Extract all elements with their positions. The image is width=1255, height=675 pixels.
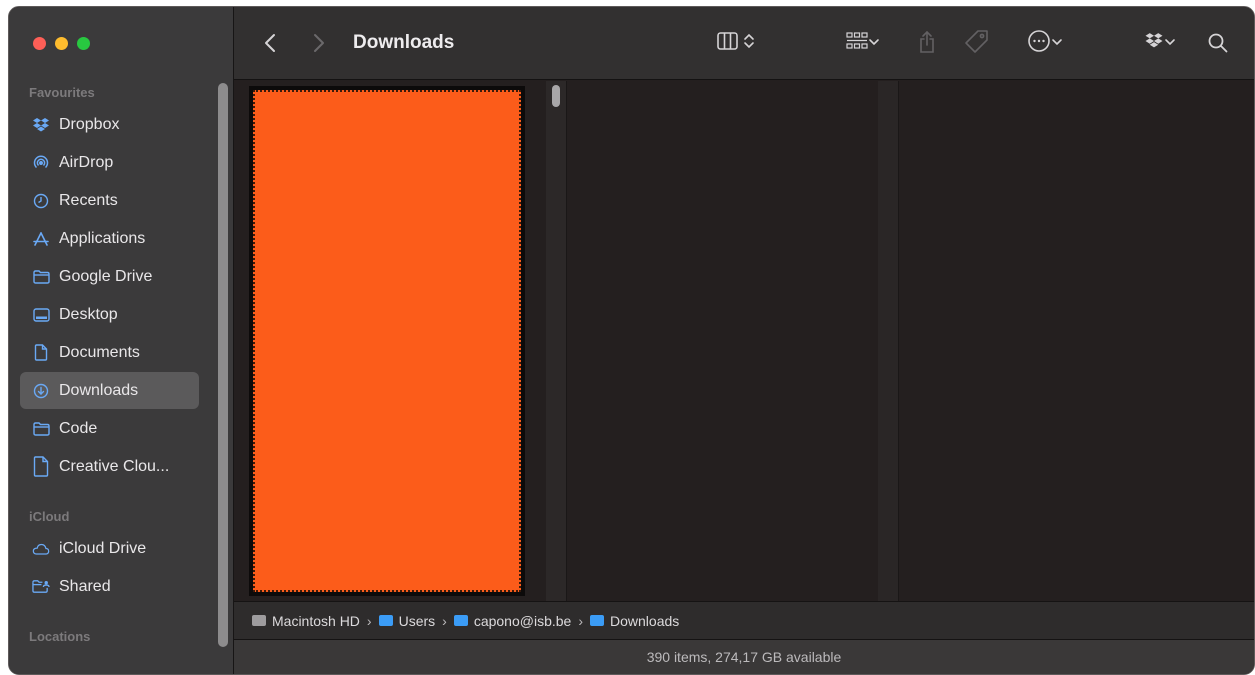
path-item-label: Users bbox=[398, 612, 436, 629]
folder-icon bbox=[378, 615, 393, 626]
chevron-down-icon bbox=[1164, 34, 1176, 52]
sidebar-item-recents[interactable]: Recents bbox=[20, 182, 199, 219]
sidebar-item-label: Dropbox bbox=[59, 115, 120, 133]
sidebar-item-downloads[interactable]: Downloads bbox=[20, 372, 199, 409]
hard-drive-icon bbox=[252, 615, 266, 626]
dropbox-icon bbox=[1144, 32, 1164, 54]
group-button[interactable] bbox=[838, 29, 888, 57]
sidebar-item-applications[interactable]: Applications bbox=[20, 220, 199, 257]
sidebar-item-label: Downloads bbox=[59, 381, 139, 399]
column-view-icon bbox=[717, 31, 743, 56]
sidebar-item-icloud-drive[interactable]: iCloud Drive bbox=[20, 530, 199, 567]
sidebar-item-label: Documents bbox=[59, 343, 140, 361]
column-scroll-track bbox=[546, 81, 566, 601]
sidebar-item-google-drive[interactable]: Google Drive bbox=[20, 258, 199, 295]
sidebar-item-shared[interactable]: Shared bbox=[20, 568, 199, 605]
column-scroll-track bbox=[878, 81, 898, 601]
sidebar-item-airdrop[interactable]: AirDrop bbox=[20, 144, 199, 181]
path-item-label: capono@isb.be bbox=[473, 612, 572, 629]
sidebar: Favourites Dropbox AirDrop Recents Appli… bbox=[9, 7, 234, 674]
sidebar-item-code[interactable]: Code bbox=[20, 410, 199, 447]
status-bar: 390 items, 274,17 GB available bbox=[234, 639, 1254, 674]
preview-image bbox=[253, 90, 521, 592]
dropbox-button[interactable] bbox=[1138, 29, 1182, 57]
sidebar-item-label: Recents bbox=[59, 191, 118, 209]
folder-icon bbox=[590, 615, 605, 626]
sidebar-item-desktop[interactable]: Desktop bbox=[20, 296, 199, 333]
sidebar-item-documents[interactable]: Documents bbox=[20, 334, 199, 371]
clock-icon bbox=[32, 192, 50, 210]
path-separator: › bbox=[366, 612, 372, 629]
sidebar-scrollbar[interactable] bbox=[218, 83, 228, 647]
document-icon bbox=[32, 456, 50, 477]
sidebar-item-label: Shared bbox=[59, 577, 111, 595]
sidebar-item-dropbox[interactable]: Dropbox bbox=[20, 106, 199, 143]
sidebar-item-label: Code bbox=[59, 419, 98, 437]
path-item-macintosh-hd[interactable]: Macintosh HD bbox=[252, 613, 360, 629]
share-icon[interactable] bbox=[914, 27, 940, 57]
tag-icon[interactable] bbox=[962, 27, 992, 57]
airdrop-icon bbox=[32, 154, 50, 172]
path-item-label: Macintosh HD bbox=[272, 612, 360, 629]
chevron-up-down-icon bbox=[743, 32, 755, 55]
minimize-window-button[interactable] bbox=[55, 37, 68, 50]
path-item-label: Downloads bbox=[610, 612, 680, 629]
chevron-down-icon bbox=[868, 34, 880, 52]
document-icon bbox=[32, 344, 50, 362]
more-icon bbox=[1027, 29, 1051, 58]
dropbox-icon bbox=[32, 116, 50, 134]
path-item-home[interactable]: capono@isb.be bbox=[453, 612, 572, 629]
group-icon bbox=[846, 31, 868, 55]
file-preview-thumbnail[interactable] bbox=[249, 86, 525, 596]
folder-icon bbox=[32, 268, 50, 286]
download-icon bbox=[32, 382, 50, 400]
folder-icon bbox=[32, 420, 50, 438]
path-separator: › bbox=[442, 612, 447, 629]
more-actions-button[interactable] bbox=[1020, 29, 1070, 57]
view-options-button[interactable] bbox=[708, 29, 764, 57]
column-divider[interactable] bbox=[566, 81, 567, 601]
column-divider[interactable] bbox=[898, 81, 899, 601]
sidebar-item-label: Desktop bbox=[59, 305, 118, 323]
sidebar-item-creative-cloud[interactable]: Creative Clou... bbox=[20, 448, 199, 485]
chevron-down-icon bbox=[1051, 34, 1063, 52]
sidebar-item-label: Google Drive bbox=[59, 267, 153, 285]
back-icon[interactable] bbox=[260, 29, 280, 57]
path-bar: Macintosh HD › Users › capono@isb.be › D… bbox=[234, 601, 1254, 639]
forward-icon[interactable] bbox=[309, 29, 329, 57]
sidebar-item-label: Creative Clou... bbox=[59, 457, 170, 475]
path-item-users[interactable]: Users bbox=[378, 612, 436, 629]
sidebar-item-label: Applications bbox=[59, 229, 146, 247]
path-item-downloads[interactable]: Downloads bbox=[590, 613, 679, 629]
path-separator: › bbox=[578, 612, 584, 629]
folder-icon bbox=[453, 615, 468, 626]
sidebar-section-locations: Locations bbox=[29, 629, 91, 644]
window-title: Downloads bbox=[353, 32, 455, 53]
window-controls bbox=[33, 37, 90, 50]
column-scrollbar-thumb[interactable] bbox=[552, 85, 560, 107]
search-icon[interactable] bbox=[1204, 29, 1232, 57]
cloud-icon bbox=[32, 540, 50, 558]
column-browser bbox=[234, 81, 1254, 601]
toolbar: Downloads bbox=[234, 7, 1254, 80]
sidebar-section-icloud: iCloud bbox=[29, 509, 70, 524]
sidebar-item-label: AirDrop bbox=[59, 153, 114, 171]
finder-window: Favourites Dropbox AirDrop Recents Appli… bbox=[8, 6, 1255, 675]
sidebar-item-label: iCloud Drive bbox=[59, 539, 147, 557]
status-text: 390 items, 274,17 GB available bbox=[646, 649, 842, 665]
applications-icon bbox=[32, 230, 50, 248]
zoom-window-button[interactable] bbox=[77, 37, 90, 50]
desktop-icon bbox=[32, 306, 50, 324]
shared-folder-icon bbox=[32, 578, 50, 596]
close-window-button[interactable] bbox=[33, 37, 46, 50]
sidebar-section-favourites: Favourites bbox=[29, 85, 95, 100]
